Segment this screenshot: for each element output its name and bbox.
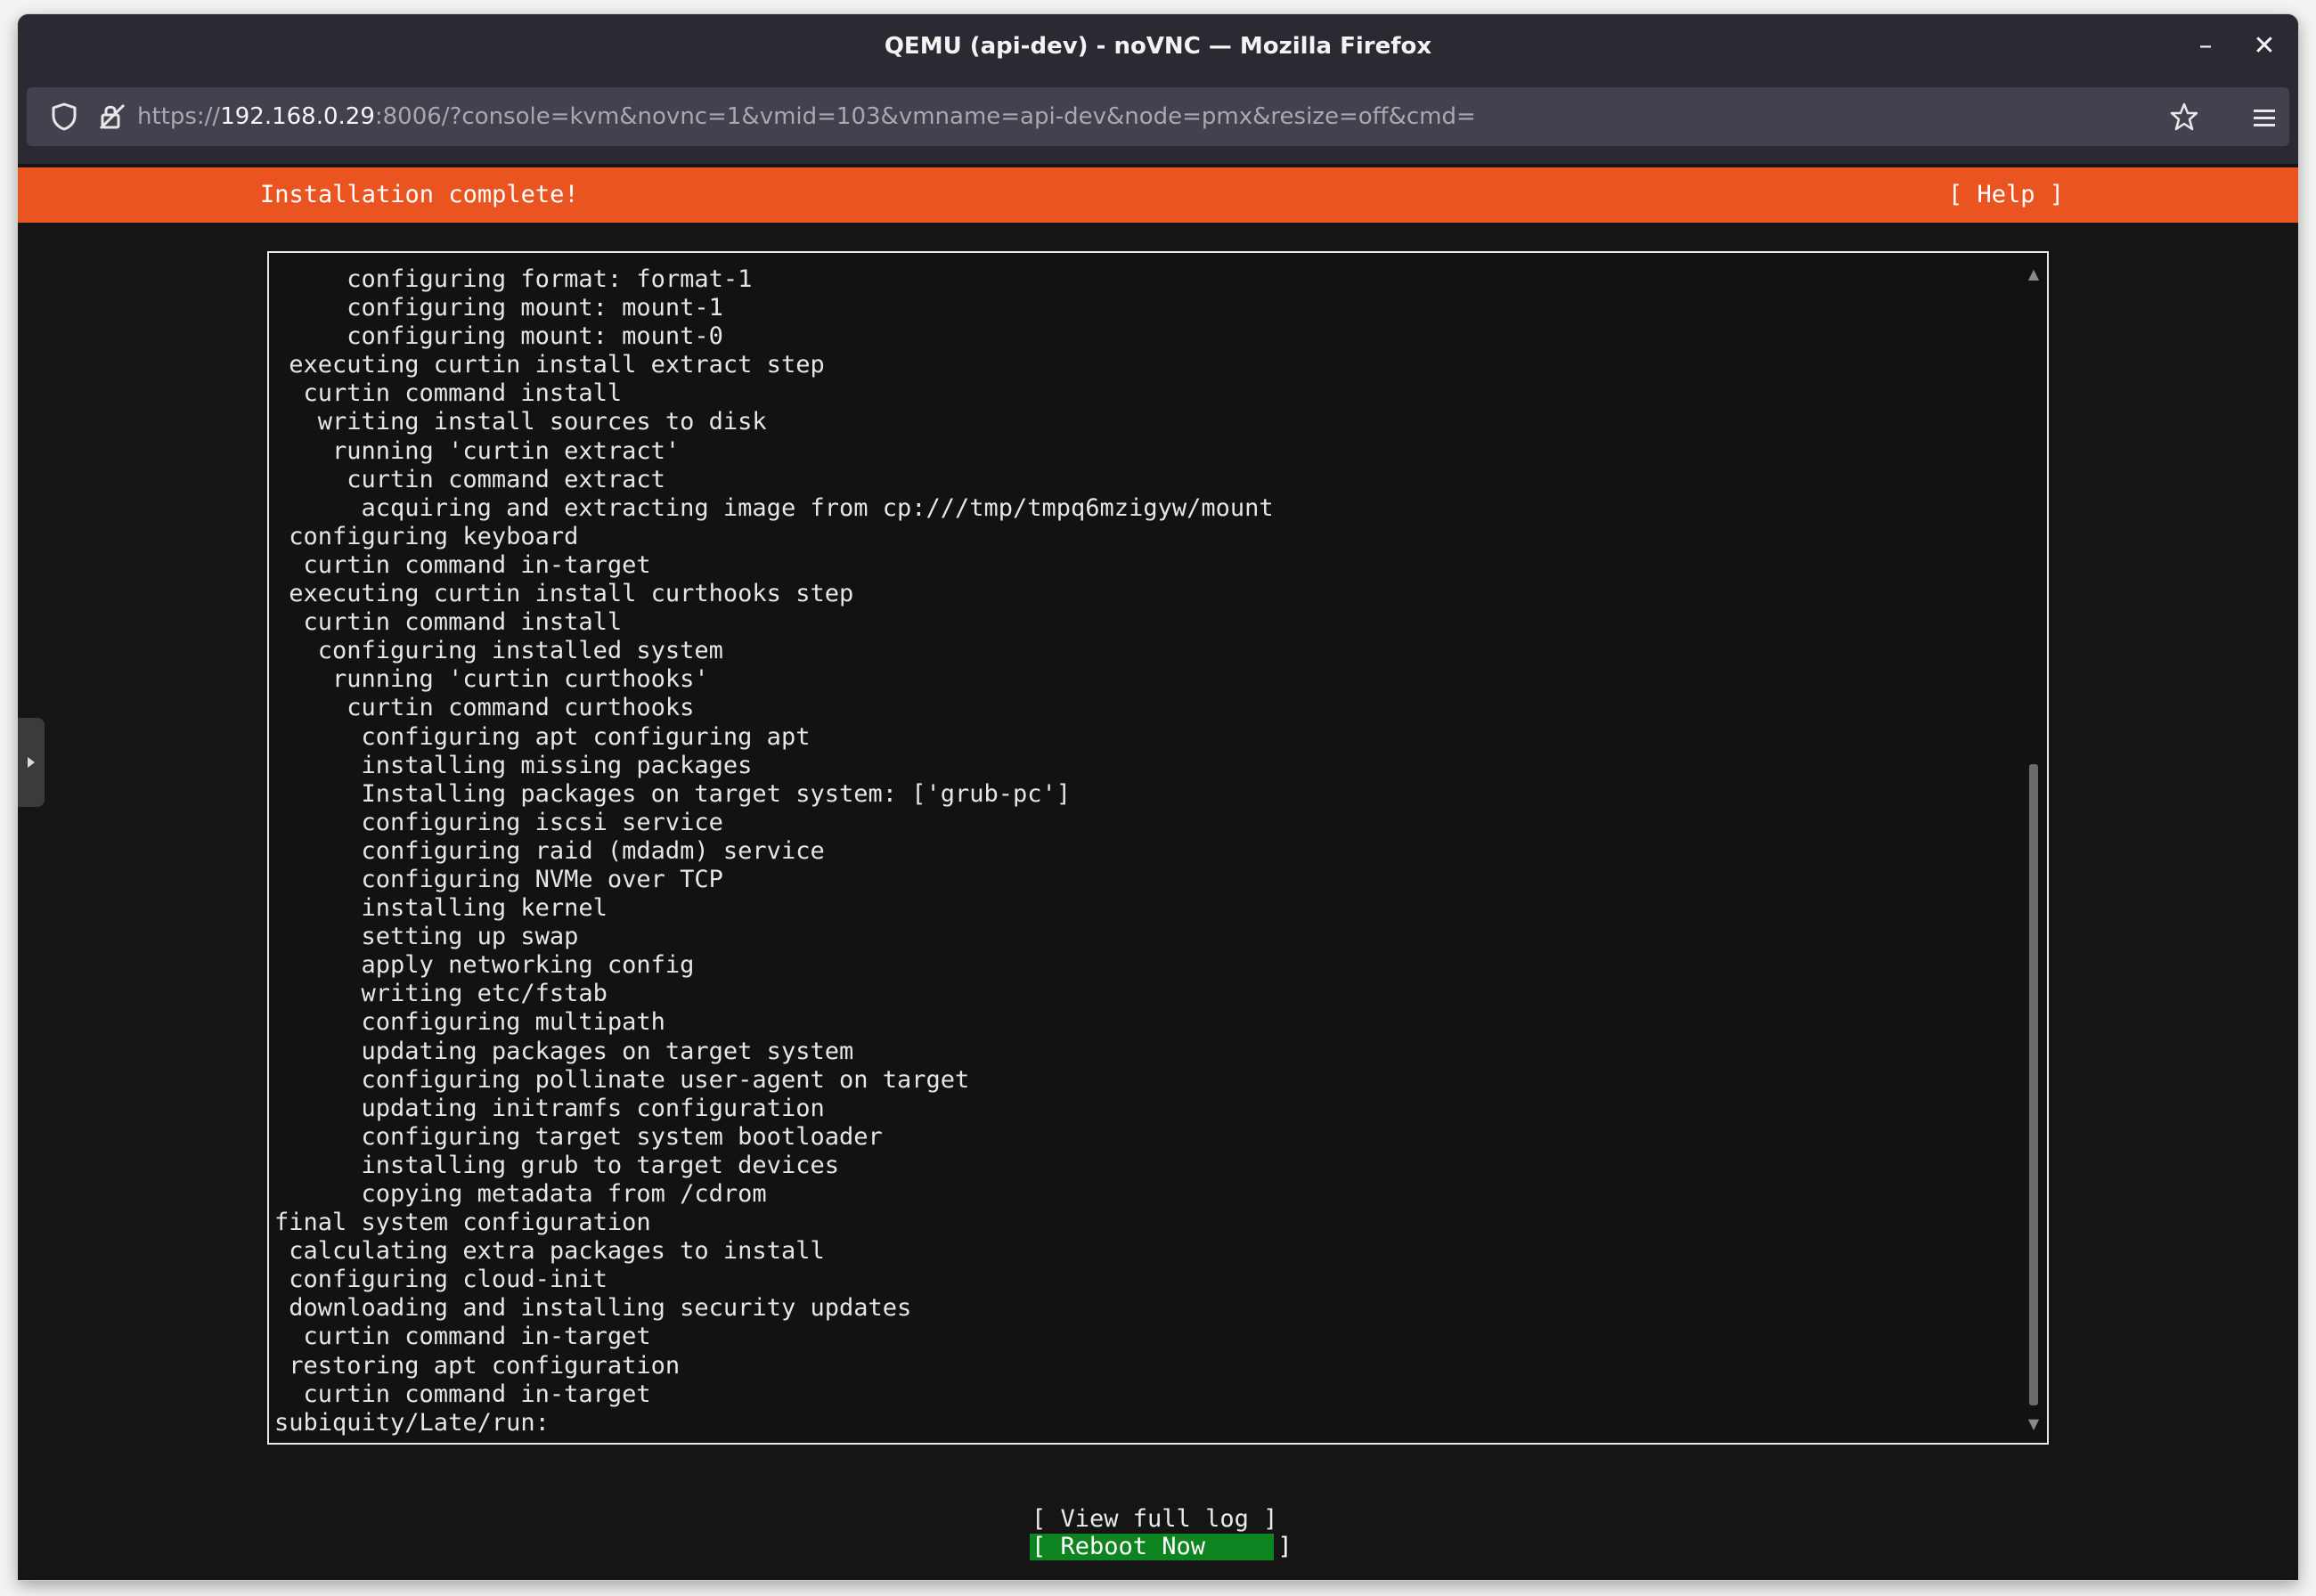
log-line: updating initramfs configuration [274,1094,825,1122]
browser-window: QEMU (api-dev) - noVNC — Mozilla Firefox… [18,14,2298,1580]
log-line: running 'curtin curthooks' [274,665,709,694]
scroll-up-icon[interactable]: ▲ [2026,265,2042,282]
log-line: writing etc/fstab [274,980,608,1008]
novnc-sidebar-handle[interactable] [18,718,45,807]
url-scheme: https:// [137,103,221,130]
log-line: configuring target system bootloader [274,1122,883,1151]
log-line: setting up swap [274,923,579,951]
log-line: configuring mount: mount-0 [274,322,723,351]
log-line: configuring installed system [274,637,723,665]
reboot-now-button[interactable]: [ Reboot Now ] [1030,1534,1293,1560]
log-line: final system configuration [274,1209,651,1237]
log-line: configuring mount: mount-1 [274,294,723,322]
title-bar: QEMU (api-dev) - noVNC — Mozilla Firefox… [18,14,2298,78]
log-line: curtin command in-target [274,1380,651,1408]
log-line: curtin command in-target [274,550,651,579]
log-line: downloading and installing security upda… [274,1294,912,1323]
url-path: :8006/?console=kvm&novnc=1&vmid=103&vmna… [374,103,1476,130]
log-line: installing grub to target devices [274,1151,839,1179]
log-line: updating packages on target system [274,1037,854,1065]
minimize-icon[interactable]: – [2186,27,2225,66]
navigation-bar: https://192.168.0.29:8006/?console=kvm&n… [18,78,2298,164]
url-text[interactable]: https://192.168.0.29:8006/?console=kvm&n… [137,87,1476,146]
scroll-down-icon[interactable]: ▼ [2026,1415,2042,1432]
log-line: executing curtin install curthooks step [274,580,854,608]
log-line: acquiring and extracting image from cp:/… [274,493,1274,522]
log-line: curtin command install [274,608,623,637]
log-line: restoring apt configuration [274,1351,681,1380]
window-title: QEMU (api-dev) - noVNC — Mozilla Firefox [884,33,1432,60]
log-line: configuring raid (mdadm) service [274,836,825,865]
log-line: calculating extra packages to install [274,1237,825,1266]
log-line: installing missing packages [274,751,753,779]
log-line: configuring multipath [274,1008,665,1037]
log-line: curtin command in-target [274,1323,651,1351]
scroll-thumb[interactable] [2029,764,2038,1405]
log-line: curtin command extract [274,465,665,493]
log-line: curtin command curthooks [274,694,695,722]
log-line: configuring iscsi service [274,808,723,836]
url-host: 192.168.0.29 [220,103,375,130]
log-line: installing kernel [274,894,608,923]
installer-header: Installation complete! [ Help ] [18,167,2298,223]
hamburger-menu-icon[interactable] [2247,100,2282,135]
install-log-panel[interactable]: configuring format: format-1 configuring… [267,251,2049,1445]
log-line: copying metadata from /cdrom [274,1180,767,1208]
log-line: writing install sources to disk [274,408,767,436]
url-bar[interactable]: https://192.168.0.29:8006/?console=kvm&n… [27,87,2289,146]
close-icon[interactable]: ✕ [2245,27,2284,66]
log-line: configuring pollinate user-agent on targ… [274,1065,970,1094]
log-line: configuring keyboard [274,522,579,550]
log-line: configuring apt configuring apt [274,722,811,751]
help-button[interactable]: [ Help ] [1948,167,2064,223]
log-line: curtin command install [274,379,623,408]
lock-warning-icon[interactable] [94,99,130,134]
log-line: configuring format: format-1 [274,265,753,293]
page-title: Installation complete! [260,181,579,208]
star-icon[interactable] [2166,99,2202,134]
log-line: executing curtin install extract step [274,351,825,379]
log-line: Installing packages on target system: ['… [274,779,1072,808]
shield-icon[interactable] [46,99,82,134]
log-line: apply networking config [274,951,695,980]
view-full-log-button[interactable]: [ View full log ] [1032,1505,1277,1534]
install-log: configuring format: format-1 configuring… [274,265,1274,1437]
log-line: configuring NVMe over TCP [274,865,723,893]
log-line: subiquity/Late/run: [274,1408,550,1437]
log-scrollbar[interactable]: ▲ ▼ [2028,265,2039,1432]
log-line: configuring cloud-init [274,1266,608,1294]
log-line: running 'curtin extract' [274,436,681,465]
